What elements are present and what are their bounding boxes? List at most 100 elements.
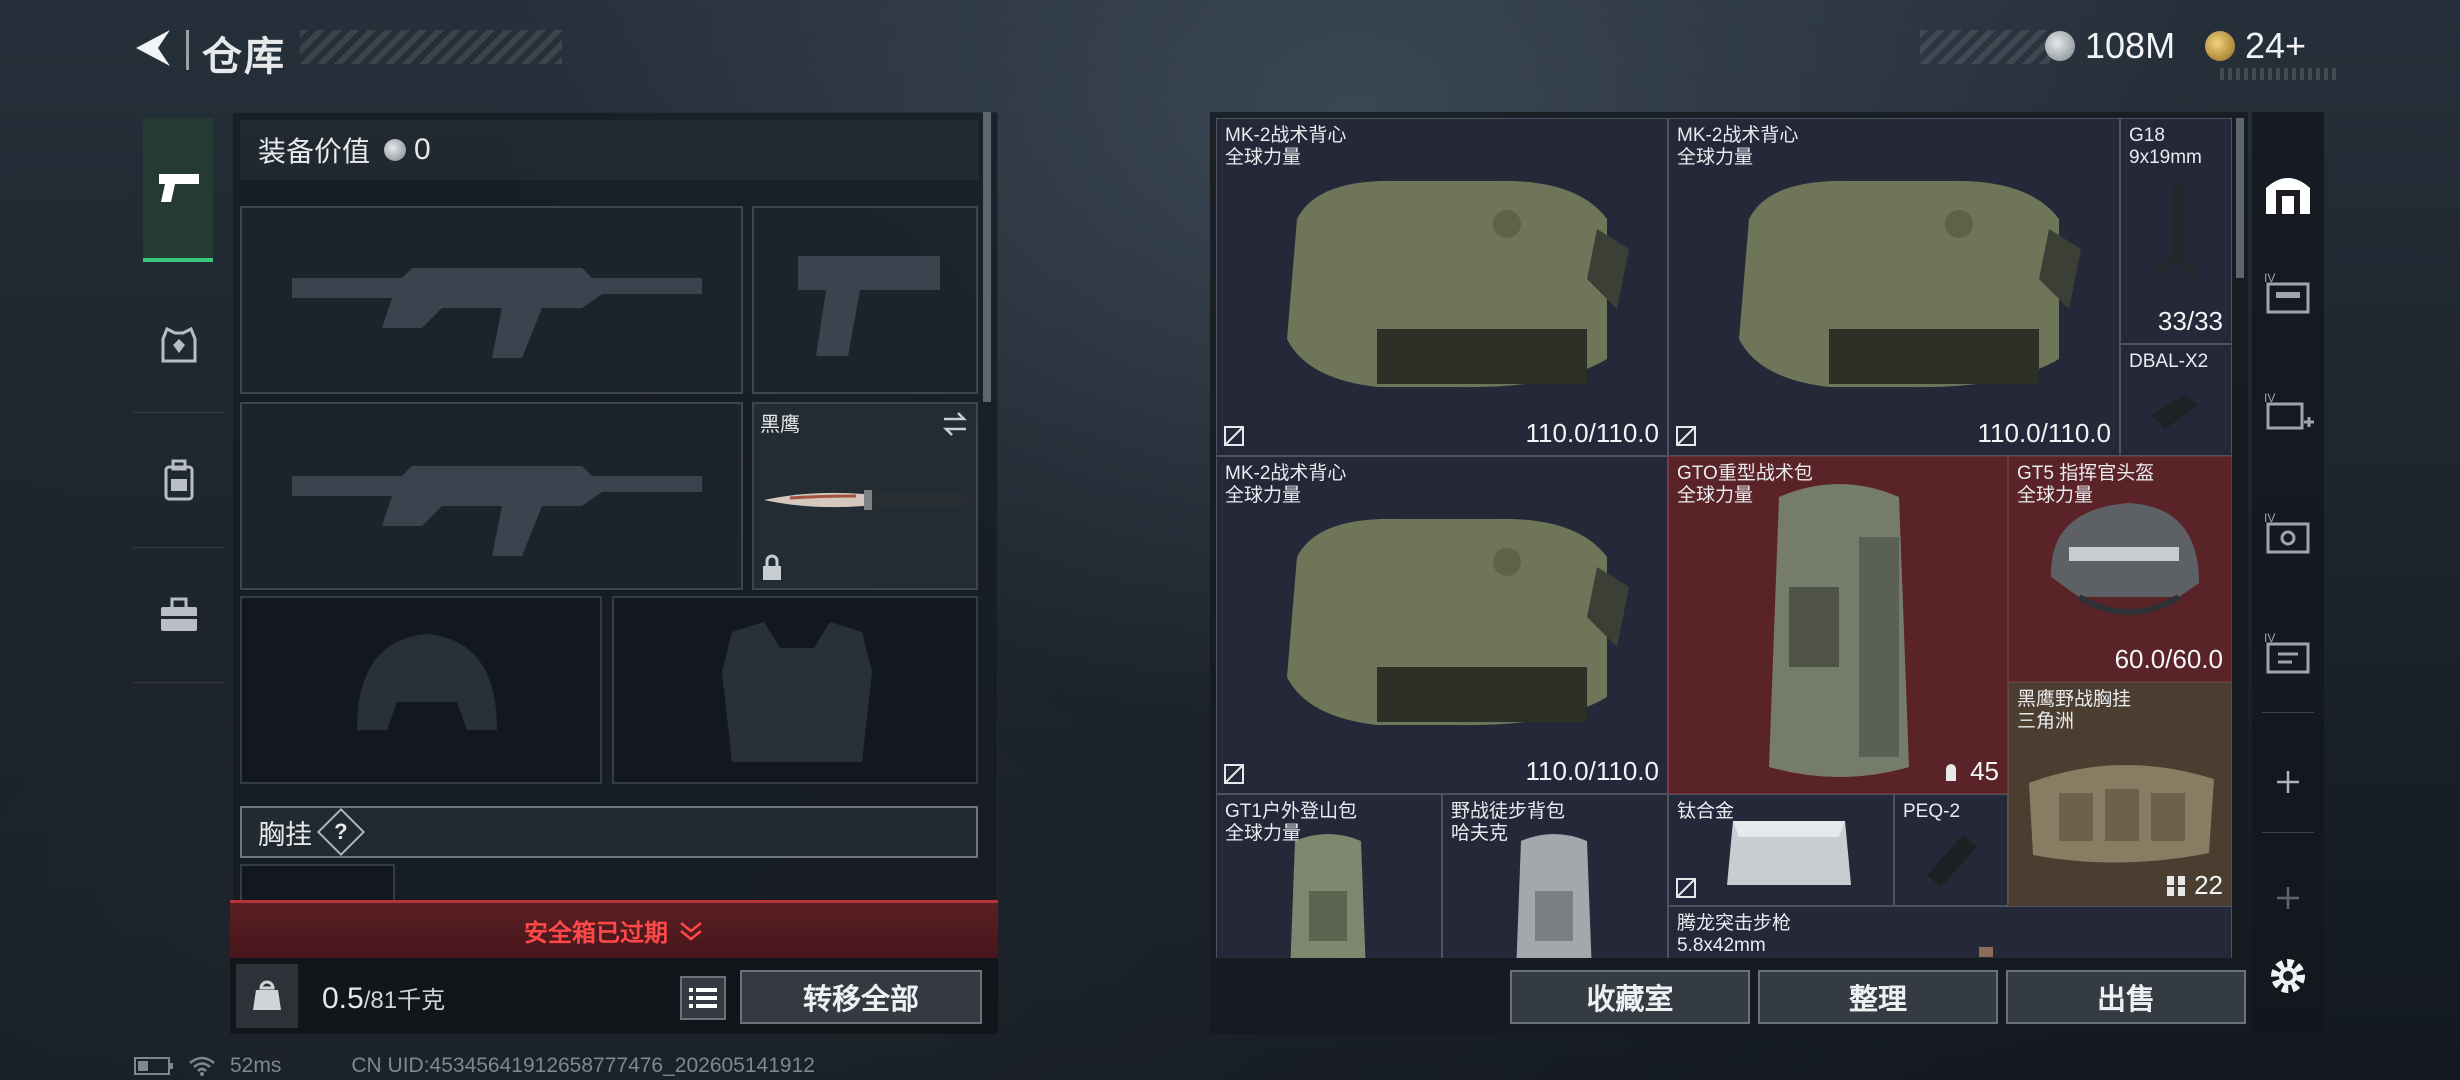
no-insurance-icon [1676, 878, 1696, 898]
item-gt5-helmet[interactable]: GT5 指挥官头盔 全球力量 60.0/60.0 [2008, 456, 2232, 682]
storage-tag-icon: IV [2264, 631, 2310, 674]
item-gto-bag[interactable]: GTO重型战术包 全球力量 45 [1668, 456, 2008, 794]
pistol-image [2153, 183, 2201, 277]
settings-button[interactable] [2262, 950, 2314, 1002]
coin-icon [2045, 31, 2075, 61]
backpack-image [1290, 834, 1366, 958]
helmet-silhouette-icon [357, 634, 497, 730]
backpack-image [1769, 484, 1909, 777]
storage-add-icon: IV [2264, 391, 2314, 430]
secondary-weapon-slot[interactable] [240, 402, 743, 590]
weight-badge [236, 964, 298, 1028]
transfer-all-button[interactable]: 转移全部 [740, 970, 982, 1024]
pistol-silhouette-icon [798, 256, 940, 356]
item-tenglong-rifle[interactable]: 腾龙突击步枪 5.8x42mm [1668, 906, 2232, 958]
storage-page-4[interactable]: IV [2252, 252, 2324, 332]
gear-icon [2271, 959, 2305, 993]
battery-icon [134, 1057, 173, 1075]
status-bar: 52ms CN UID:4534564191265877747​6_202605… [134, 1052, 815, 1080]
swap-icon[interactable] [940, 410, 970, 438]
organize-button[interactable]: 整理 [1758, 970, 1998, 1024]
lock-icon [763, 554, 781, 580]
tab-armor[interactable] [133, 278, 225, 413]
loadout-scrollbar[interactable] [983, 112, 991, 402]
chest-rig-row[interactable]: 胸挂 ? [240, 806, 978, 858]
tab-backpack[interactable] [133, 413, 225, 548]
storage-page-tag[interactable]: IV [2252, 612, 2324, 692]
collection-button[interactable]: 收藏室 [1510, 970, 1750, 1024]
vest-image [1739, 180, 2081, 388]
no-insurance-icon [1224, 764, 1244, 784]
add-storage-button[interactable] [2252, 742, 2324, 822]
currency-2[interactable]: 24+ [2205, 25, 2306, 66]
add-storage-button-2[interactable] [2252, 858, 2324, 938]
help-icon[interactable]: ? [316, 807, 366, 857]
storage-page-add-case[interactable]: IV [2252, 372, 2324, 452]
pistol-icon [159, 174, 199, 202]
sidearm-slot[interactable] [752, 206, 978, 394]
safe-box-expired-banner[interactable]: 安全箱已过期 [230, 900, 998, 958]
triangle-coin-icon [2205, 31, 2235, 61]
vest-silhouette-icon [722, 622, 872, 762]
chest-rig-image [2029, 764, 2214, 863]
storage-scrollbar[interactable] [2236, 118, 2244, 278]
back-arrow-icon [136, 30, 170, 66]
item-peq-2[interactable]: PEQ-2 [1894, 794, 2008, 906]
weight-icon [253, 980, 281, 1010]
grid-capacity-icon [2167, 875, 2186, 896]
capacity-icon [1946, 763, 1957, 781]
ping-label: 52ms [230, 1054, 282, 1077]
helmet-slot[interactable] [240, 596, 602, 784]
knife-image [764, 490, 968, 510]
list-view-button[interactable] [680, 976, 726, 1020]
rifle-silhouette-icon [292, 268, 702, 358]
plus-icon [2277, 771, 2299, 793]
sell-button[interactable]: 出售 [2006, 970, 2246, 1024]
vest-image [1287, 518, 1629, 726]
item-vest-2[interactable]: MK-2战术背心 全球力量 110.0/110.0 [1668, 118, 2120, 456]
equip-value-row: 装备价值 0 [240, 120, 978, 180]
item-gt1-pack[interactable]: GT1户外登山包 全球力量 [1216, 794, 1442, 958]
body-armor-slot[interactable] [612, 596, 978, 784]
metal-ingot-image [1727, 821, 1851, 885]
storage-page-target[interactable]: IV [2252, 492, 2324, 572]
backpack-icon [164, 459, 194, 501]
loadout-tabs [133, 108, 225, 712]
list-icon [689, 988, 717, 1008]
vest-image [1287, 180, 1629, 388]
item-titanium[interactable]: 钛合金 [1668, 794, 1894, 906]
weight-readout: 0.5 /81千克 [322, 982, 446, 1015]
no-insurance-icon [1224, 426, 1244, 446]
item-vest-1[interactable]: MK-2战术背心 全球力量 110.0/110.0 [1216, 118, 1668, 456]
plus-icon [2277, 887, 2299, 909]
currency-1: 108M [2045, 25, 2175, 66]
item-g18[interactable]: G18 9x19mm 33/33 [2120, 118, 2232, 344]
tab-weapons[interactable] [143, 118, 213, 262]
storage-box-icon: IV [2264, 511, 2310, 554]
item-chest-rig[interactable]: 黑鹰野战胸挂 三角洲 22 [2008, 682, 2232, 908]
uid-label: CN UID:4534564191265877747​6_20260514191… [351, 1054, 815, 1077]
melee-slot[interactable]: 黑鹰 [752, 402, 978, 590]
laser-module-image [1927, 835, 1977, 887]
page-title: 仓库 [202, 35, 286, 79]
coin-icon [384, 139, 407, 161]
backpack-image [1516, 834, 1592, 958]
back-button[interactable] [130, 26, 176, 70]
primary-weapon-slot[interactable] [240, 206, 743, 394]
briefcase-icon [161, 597, 197, 631]
helmet-image [2050, 503, 2199, 615]
storage-grid: MK-2战术背心 全球力量 110.0/110.0 MK-2战术背心 全球力量 11… [1216, 118, 2232, 958]
warehouse-icon [2266, 178, 2310, 214]
item-dbal-x2[interactable]: DBAL-X2 [2120, 344, 2232, 456]
tab-case[interactable] [133, 548, 225, 683]
storage-page-sidebar: IV IV IV IV [2252, 112, 2324, 1034]
item-field-pack[interactable]: 野战徒步背包 哈夫克 [1442, 794, 1668, 958]
storage-page-main[interactable] [2252, 152, 2324, 232]
item-vest-3[interactable]: MK-2战术背心 全球力量 110.0/110.0 [1216, 456, 1668, 794]
armor-icon [161, 326, 197, 363]
double-chevron-down-icon [680, 921, 702, 941]
no-insurance-icon [1676, 426, 1696, 446]
laser-module-image [2151, 395, 2199, 429]
wifi-icon [189, 1056, 215, 1076]
storage-extension-icon: IV [2264, 271, 2310, 314]
